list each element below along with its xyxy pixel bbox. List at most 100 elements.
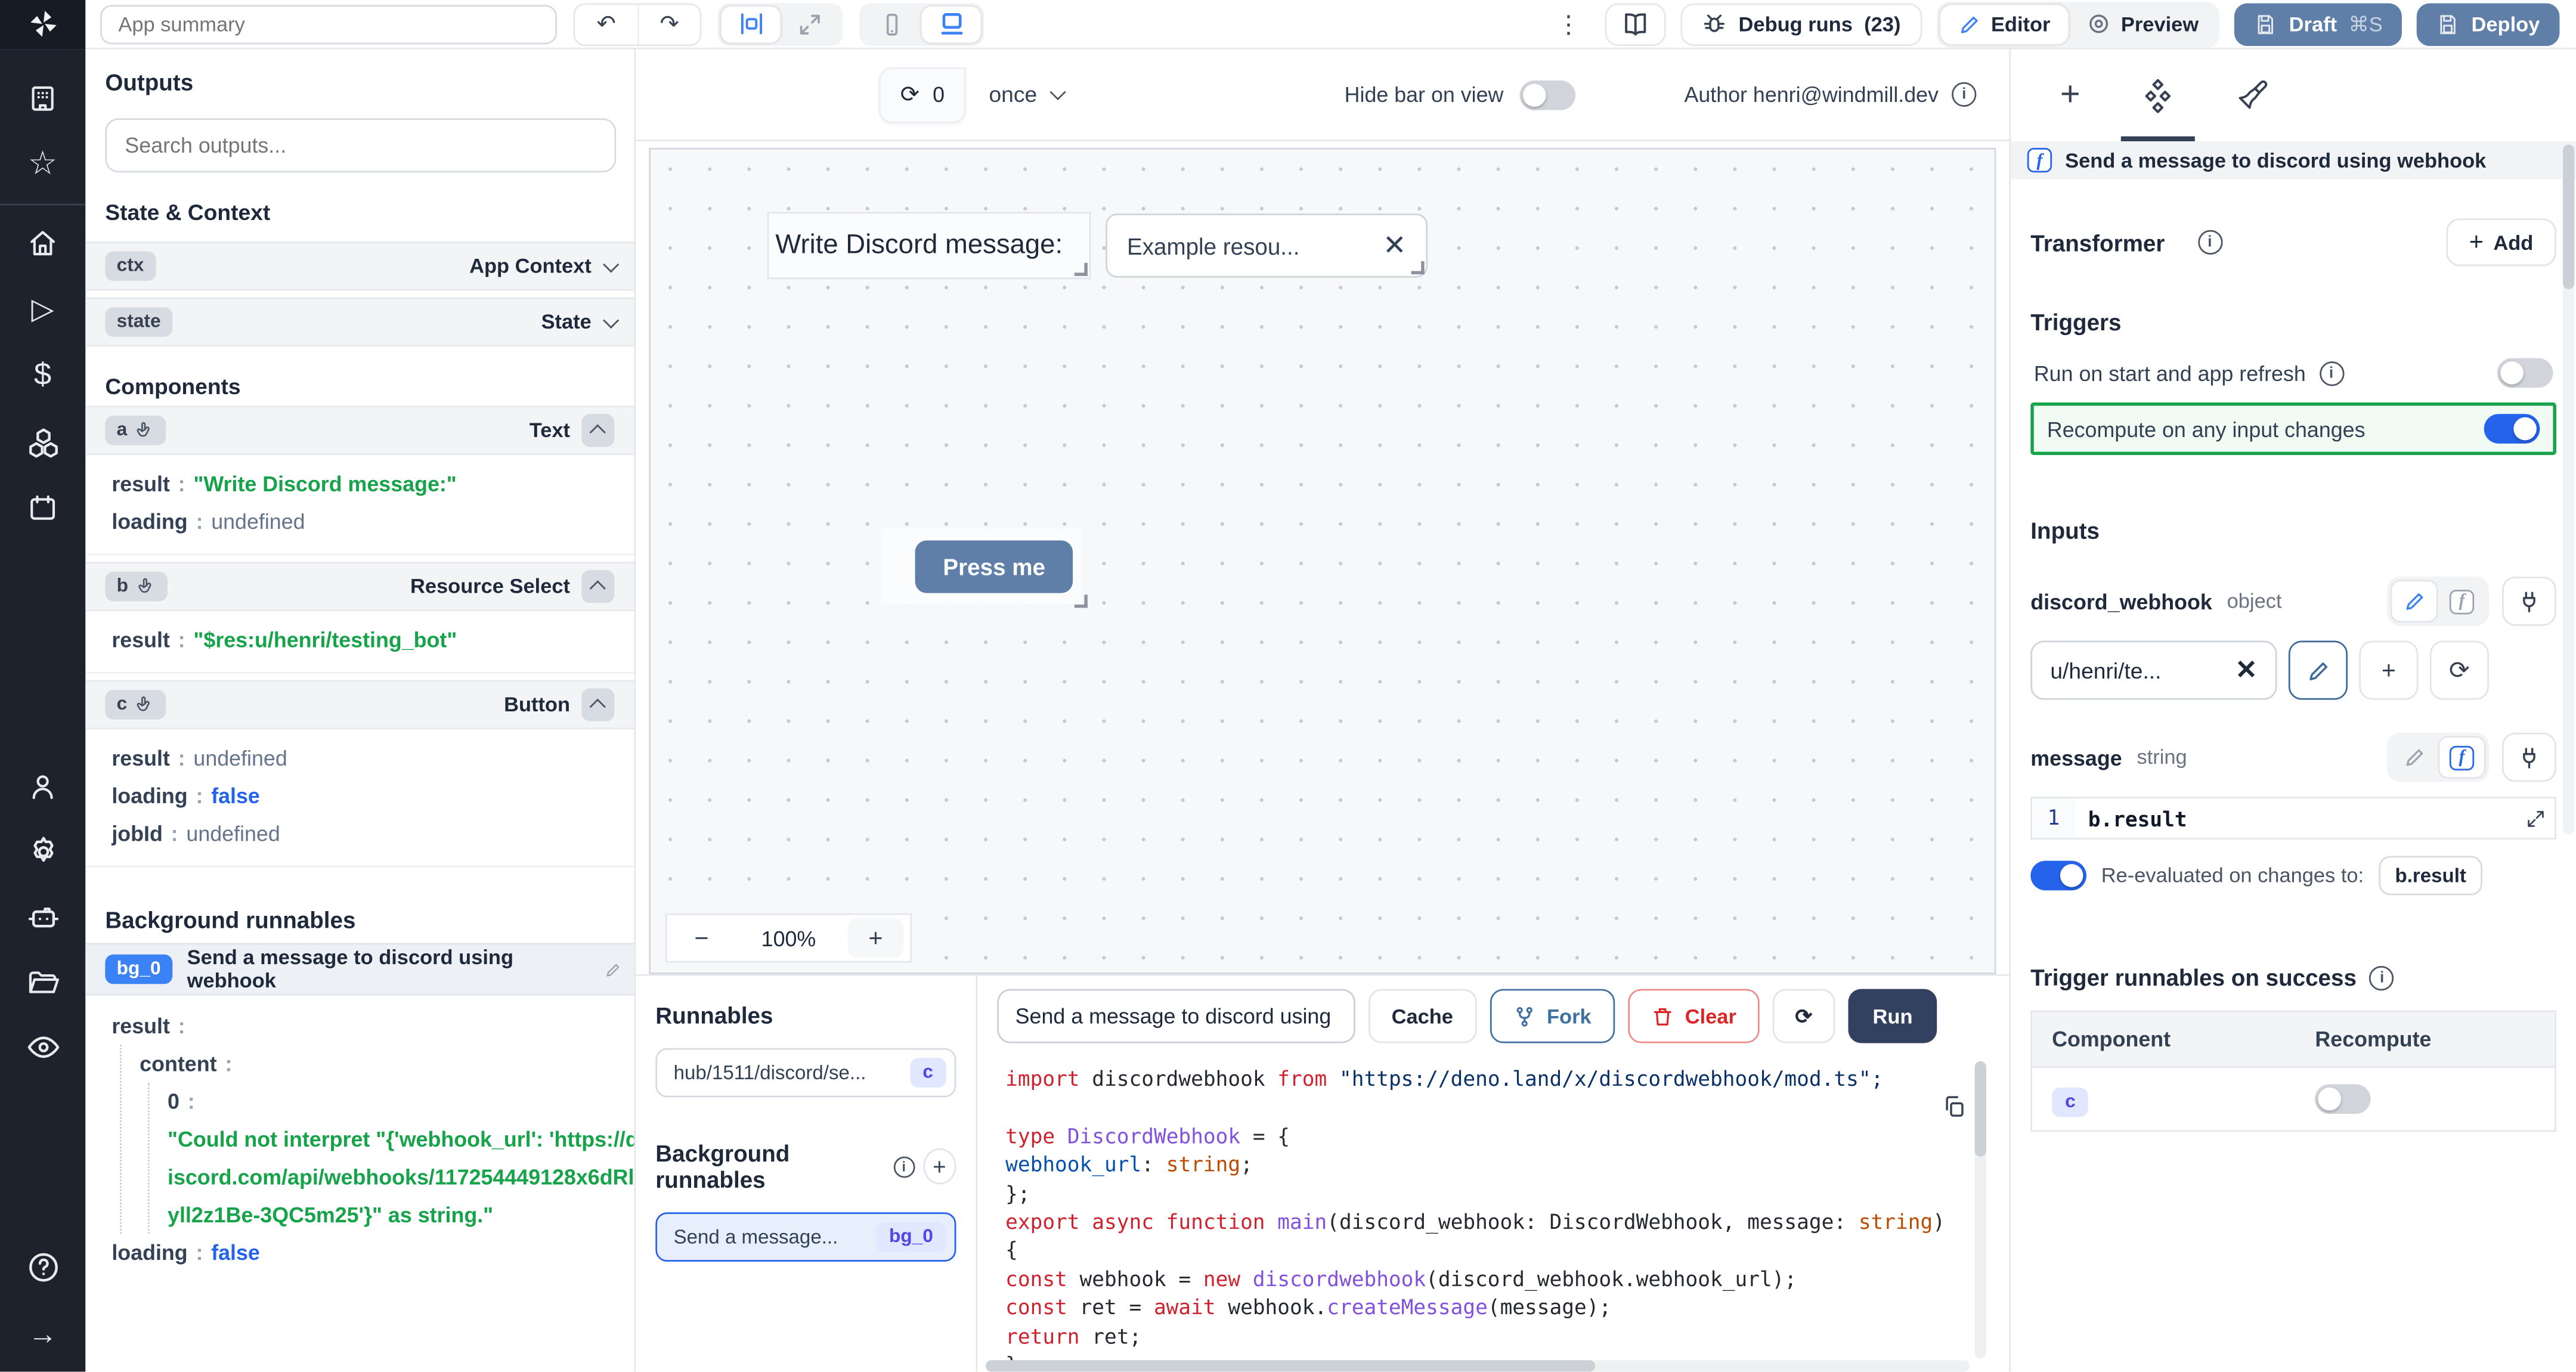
- robot-icon[interactable]: [26, 900, 60, 935]
- resources-icon[interactable]: [26, 426, 60, 460]
- variables-icon[interactable]: $: [34, 358, 51, 395]
- runs-icon[interactable]: ▷: [32, 291, 54, 327]
- fork-button[interactable]: Fork: [1490, 989, 1615, 1043]
- component-row-c[interactable]: cButton: [85, 680, 634, 730]
- info-icon[interactable]: i: [1952, 82, 1976, 107]
- info-icon[interactable]: i: [2370, 965, 2394, 990]
- recompute-toggle[interactable]: [2484, 414, 2540, 444]
- plus-icon: +: [2060, 76, 2080, 115]
- fullwidth-layout-button[interactable]: [781, 6, 840, 42]
- cache-button[interactable]: Cache: [1368, 989, 1476, 1043]
- info-icon[interactable]: i: [893, 1156, 915, 1177]
- hand-pointer-icon: [135, 420, 155, 440]
- bounded-layout-button[interactable]: [721, 6, 780, 42]
- schedule-dropdown[interactable]: once: [989, 82, 1061, 107]
- chevron-down-icon[interactable]: [603, 256, 619, 272]
- resize-handle[interactable]: [1411, 261, 1425, 274]
- chevron-down-icon[interactable]: [603, 311, 619, 327]
- clear-button[interactable]: Clear: [1627, 989, 1759, 1043]
- clear-selection-icon[interactable]: ✕: [1383, 229, 1406, 262]
- refresh-code-button[interactable]: ⟳: [1772, 989, 1835, 1043]
- component-row-a[interactable]: aText: [85, 406, 634, 456]
- more-menu-icon[interactable]: ⋮: [1546, 9, 1590, 39]
- add-transformer-button[interactable]: +Add: [2446, 218, 2556, 266]
- redo-button[interactable]: ↷: [637, 4, 700, 44]
- edit-resource-button[interactable]: [2289, 640, 2348, 699]
- refresh-resource-button[interactable]: ⟳: [2430, 640, 2489, 699]
- info-icon[interactable]: i: [2319, 361, 2343, 385]
- clear-resource-icon[interactable]: ✕: [2236, 654, 2258, 687]
- run-on-start-toggle[interactable]: [2497, 358, 2553, 388]
- runnable-item[interactable]: hub/1511/discord/se... c: [655, 1048, 956, 1098]
- runnable-name-input[interactable]: [997, 989, 1355, 1043]
- static-mode-button[interactable]: [2391, 580, 2438, 623]
- eval-mode-button[interactable]: f: [2438, 580, 2486, 623]
- zoom-out-button[interactable]: −: [674, 918, 730, 958]
- app-canvas[interactable]: Write Discord message: Example resou... …: [649, 148, 1996, 974]
- users-icon[interactable]: [26, 771, 59, 804]
- add-resource-button[interactable]: +: [2359, 640, 2418, 699]
- help-icon[interactable]: [26, 1250, 60, 1285]
- resize-handle[interactable]: [1075, 263, 1088, 276]
- code-horizontal-scrollbar[interactable]: [986, 1360, 1970, 1371]
- recompute-row-toggle[interactable]: [2315, 1084, 2371, 1114]
- bg0-row[interactable]: bg_0 Send a message to discord using web…: [85, 943, 634, 995]
- collapse-button[interactable]: [581, 414, 614, 447]
- edit-pencil-icon[interactable]: [603, 960, 621, 978]
- collapse-button[interactable]: [581, 570, 614, 603]
- background-runnable-item-selected[interactable]: Send a message... bg_0: [655, 1212, 956, 1262]
- gear-icon[interactable]: [26, 835, 60, 869]
- deploy-button[interactable]: Deploy: [2417, 2, 2560, 45]
- docs-button[interactable]: [1605, 2, 1666, 45]
- tab-component-settings[interactable]: [2141, 49, 2176, 141]
- inspector-scrollbar[interactable]: [2563, 144, 2574, 834]
- tab-insert[interactable]: +: [2060, 49, 2080, 141]
- connect-plug-button[interactable]: [2502, 733, 2556, 782]
- undo-button[interactable]: ↶: [575, 4, 637, 44]
- debug-runs-button[interactable]: Debug runs (23): [1681, 2, 1922, 45]
- eye-icon[interactable]: [26, 1030, 60, 1065]
- search-outputs-input[interactable]: [105, 118, 616, 172]
- schedules-icon[interactable]: [26, 491, 59, 524]
- component-row-b[interactable]: bResource Select: [85, 562, 634, 611]
- tab-editor[interactable]: Editor: [1940, 4, 2069, 44]
- zoom-in-button[interactable]: +: [848, 918, 904, 958]
- collapse-sidebar-icon[interactable]: →: [28, 1316, 58, 1352]
- tab-styling[interactable]: [2236, 49, 2269, 141]
- reeval-target-badge[interactable]: b.result: [2379, 856, 2483, 895]
- folder-icon[interactable]: [26, 967, 59, 999]
- mobile-view-button[interactable]: [862, 6, 921, 42]
- refresh-count-button[interactable]: ⟳ 0: [879, 67, 966, 123]
- topbar-right: ⋮ Debug runs (23) Editor Preview: [1546, 1, 2576, 47]
- workspace-icon[interactable]: [26, 82, 59, 115]
- state-row[interactable]: state State: [85, 298, 634, 347]
- hide-bar-toggle[interactable]: [1520, 80, 1576, 110]
- static-mode-button[interactable]: [2391, 736, 2438, 779]
- text-component[interactable]: Write Discord message:: [767, 212, 1091, 279]
- reeval-toggle[interactable]: [2030, 861, 2086, 891]
- tab-preview[interactable]: Preview: [2069, 4, 2217, 44]
- windmill-logo[interactable]: [0, 0, 85, 48]
- info-icon[interactable]: i: [2197, 230, 2222, 255]
- collapse-button[interactable]: [581, 688, 614, 721]
- copy-code-icon[interactable]: [1942, 1094, 1967, 1119]
- resource-select-component[interactable]: Example resou... ✕: [1106, 213, 1428, 277]
- add-background-runnable-button[interactable]: +: [922, 1148, 956, 1185]
- resize-handle[interactable]: [1075, 594, 1088, 608]
- button-component-cell[interactable]: Press me: [881, 529, 1081, 605]
- message-expression-editor[interactable]: 1 b.result: [2030, 797, 2556, 840]
- ctx-row[interactable]: ctx App Context: [85, 241, 634, 291]
- home-icon[interactable]: [26, 227, 59, 259]
- resource-picker[interactable]: u/henri/te... ✕: [2030, 640, 2277, 699]
- desktop-view-button[interactable]: [922, 6, 981, 42]
- draft-button[interactable]: Draft ⌘S: [2235, 2, 2402, 45]
- code-editor[interactable]: import discordwebhook from "https://deno…: [997, 1058, 2009, 1371]
- expand-editor-icon[interactable]: [2525, 807, 2547, 829]
- code-vertical-scrollbar[interactable]: [1975, 1061, 1986, 1359]
- run-button[interactable]: Run: [1848, 989, 1937, 1043]
- press-me-button[interactable]: Press me: [915, 540, 1073, 593]
- favorites-icon[interactable]: ☆: [28, 146, 57, 182]
- eval-mode-button[interactable]: f: [2438, 736, 2486, 779]
- app-summary-input[interactable]: [100, 4, 557, 44]
- connect-plug-button[interactable]: [2502, 577, 2556, 626]
